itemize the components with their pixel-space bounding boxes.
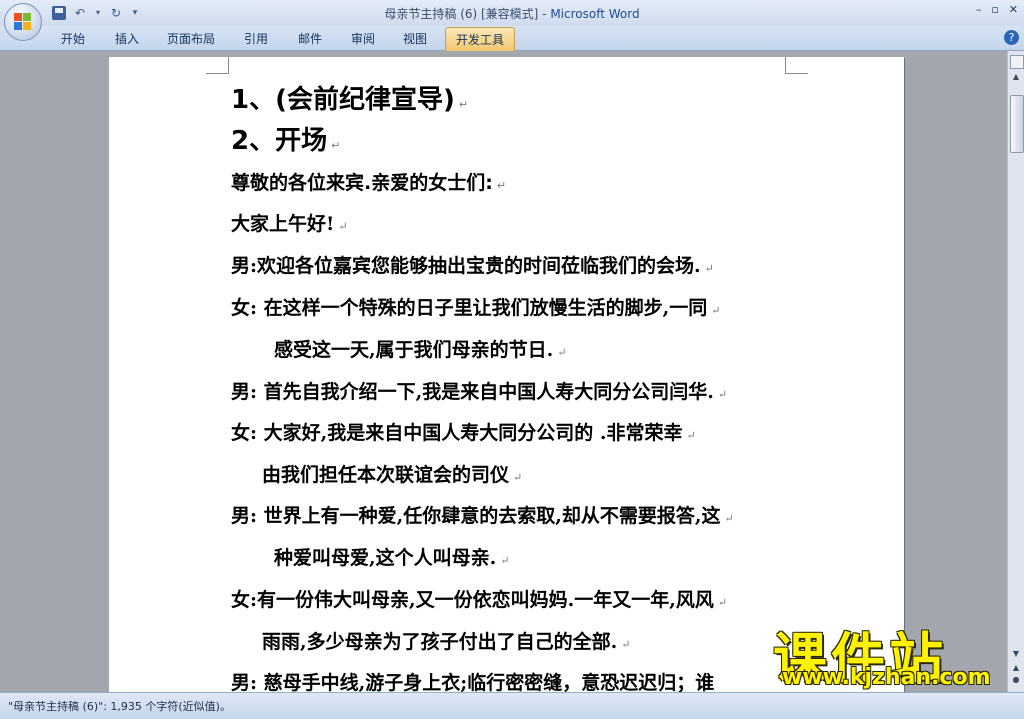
scroll-down-icon[interactable]: ▼	[1010, 648, 1022, 660]
doc-line[interactable]: 女: 大家好,我是来自中国人寿大同分公司的 .非常荣幸 ↵	[231, 418, 696, 445]
scroll-thumb[interactable]	[1010, 95, 1024, 153]
office-button[interactable]	[4, 3, 42, 41]
doc-line[interactable]: 1、(会前纪律宣导) ↵	[231, 79, 468, 116]
doc-line[interactable]: 感受这一天,属于我们母亲的节日. ↵	[274, 335, 566, 362]
doc-line[interactable]: 由我们担任本次联谊会的司仪 ↵	[262, 460, 522, 487]
previous-page-icon[interactable]: ▲	[1010, 662, 1022, 674]
doc-line[interactable]: 男: 慈母手中线,游子身上衣;临行密密缝，意恐迟迟归；谁	[231, 668, 714, 695]
crop-mark-left	[206, 57, 229, 74]
minimize-button[interactable]: –	[976, 3, 982, 16]
watermark-url: www.kjzhan.com	[782, 665, 991, 690]
doc-line[interactable]: 2、开场 ↵	[231, 120, 340, 157]
view-ruler-icon[interactable]	[1010, 55, 1024, 69]
tab-home[interactable]: 开始	[61, 30, 85, 47]
document-page[interactable]: 1、(会前纪律宣导) ↵ 2、开场 ↵ 尊敬的各位来宾.亲爱的女士们: ↵ 大家上午好…	[109, 57, 904, 697]
doc-line[interactable]: 大家上午好! ↵	[231, 209, 348, 236]
doc-line[interactable]: 尊敬的各位来宾.亲爱的女士们: ↵	[231, 168, 506, 195]
ribbon-tab-bar: 开始 插入 页面布局 引用 邮件 审阅 视图 开发工具	[0, 26, 1024, 52]
close-button[interactable]: ✕	[1009, 3, 1018, 16]
app-name: Microsoft Word	[550, 7, 640, 21]
doc-line[interactable]: 种爱叫母爱,这个人叫母亲. ↵	[274, 543, 509, 570]
tab-insert[interactable]: 插入	[115, 30, 139, 47]
browse-object-icon[interactable]: ●	[1010, 674, 1022, 686]
help-icon[interactable]: ?	[1004, 30, 1019, 45]
tab-developer[interactable]: 开发工具	[445, 27, 516, 52]
doc-line[interactable]: 女: 在这样一个特殊的日子里让我们放慢生活的脚步,一同 ↵	[231, 293, 720, 320]
vertical-scrollbar[interactable]: ▲ ▼ ▲ ●	[1007, 51, 1024, 692]
office-logo-icon	[14, 13, 32, 31]
scroll-up-icon[interactable]: ▲	[1010, 71, 1022, 83]
title-bar: ↶ ▾ ↻ ▾ 母亲节主持稿 (6) [兼容模式] - Microsoft Wo…	[0, 0, 1024, 26]
crop-mark-right	[785, 57, 808, 74]
doc-line[interactable]: 雨雨,多少母亲为了孩子付出了自己的全部. ↵	[262, 627, 630, 654]
tab-review[interactable]: 审阅	[351, 30, 375, 47]
tab-page-layout[interactable]: 页面布局	[167, 30, 215, 47]
restore-button[interactable]: ▫	[991, 3, 998, 16]
document-workspace: 1、(会前纪律宣导) ↵ 2、开场 ↵ 尊敬的各位来宾.亲爱的女士们: ↵ 大家上午好…	[0, 51, 1007, 697]
tab-mailings[interactable]: 邮件	[298, 30, 322, 47]
doc-line[interactable]: 男: 首先自我介绍一下,我是来自中国人寿大同分公司闫华. ↵	[231, 377, 727, 404]
status-bar: "母亲节主持稿 (6)": 1,935 个字符(近似值)。	[0, 692, 1024, 719]
tab-references[interactable]: 引用	[244, 30, 268, 47]
doc-line[interactable]: 女:有一份伟大叫母亲,又一份依恋叫妈妈.一年又一年,风风 ↵	[231, 585, 727, 612]
window-title: 母亲节主持稿 (6) [兼容模式] - Microsoft Word	[0, 5, 1024, 22]
document-title: 母亲节主持稿 (6) [兼容模式] -	[384, 7, 551, 21]
window-controls: – ▫ ✕	[976, 3, 1018, 16]
tab-view[interactable]: 视图	[403, 30, 427, 47]
doc-line[interactable]: 男: 世界上有一种爱,任你肆意的去索取,却从不需要报答,这 ↵	[231, 501, 734, 528]
doc-line[interactable]: 男:欢迎各位嘉宾您能够抽出宝贵的时间莅临我们的会场. ↵	[231, 251, 714, 278]
status-text: "母亲节主持稿 (6)": 1,935 个字符(近似值)。	[8, 700, 231, 713]
